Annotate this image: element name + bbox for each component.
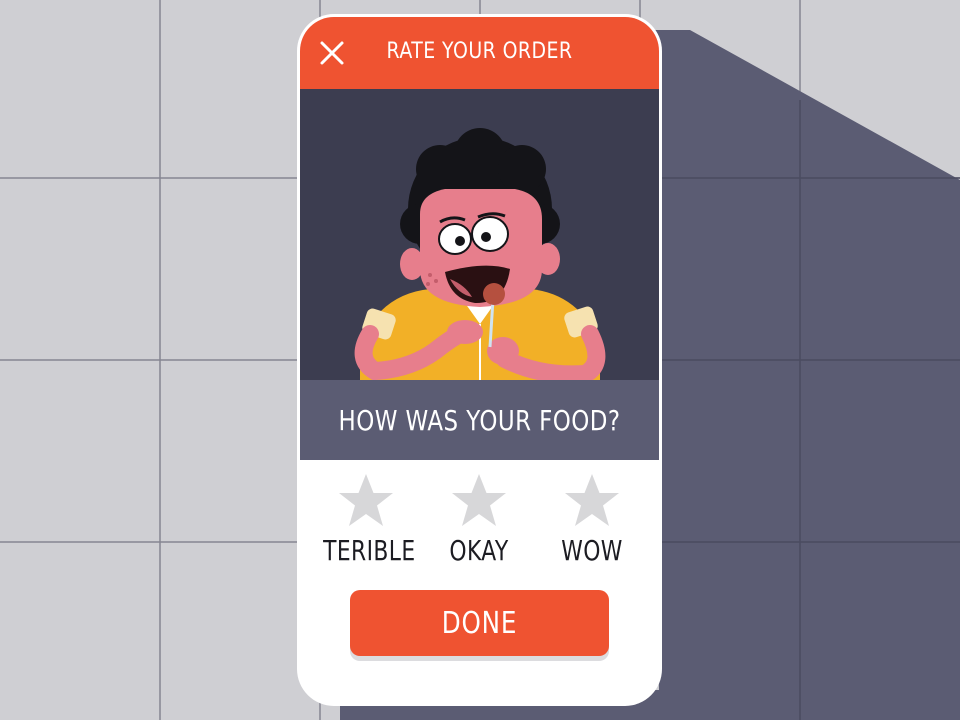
rating-options: TERIBLE OKAY WOW (300, 460, 659, 590)
header-bar: RATE YOUR ORDER (300, 17, 659, 89)
question-text: HOW WAS YOUR FOOD? (338, 404, 621, 437)
star-icon (339, 474, 393, 526)
done-button-label: DONE (441, 606, 518, 641)
rating-label-okay: OKAY (449, 534, 509, 567)
close-button[interactable] (318, 39, 346, 67)
rating-option-okay[interactable]: OKAY (424, 472, 534, 567)
star-icon (565, 474, 619, 526)
illustration-panel (300, 89, 659, 380)
rating-option-wow[interactable]: WOW (537, 472, 647, 567)
rating-label-terible: TERIBLE (323, 534, 416, 567)
rating-label-wow: WOW (561, 534, 623, 567)
close-icon (320, 41, 344, 65)
question-banner: HOW WAS YOUR FOOD? (300, 380, 659, 460)
character-eating-icon (354, 128, 606, 380)
done-button[interactable]: DONE (350, 590, 609, 656)
rating-card: RATE YOUR ORDER HOW WAS YOUR FOOD? TERIB… (300, 17, 659, 703)
page-title: RATE YOUR ORDER (386, 39, 573, 64)
star-icon (452, 474, 506, 526)
rating-option-terible[interactable]: TERIBLE (311, 472, 421, 567)
